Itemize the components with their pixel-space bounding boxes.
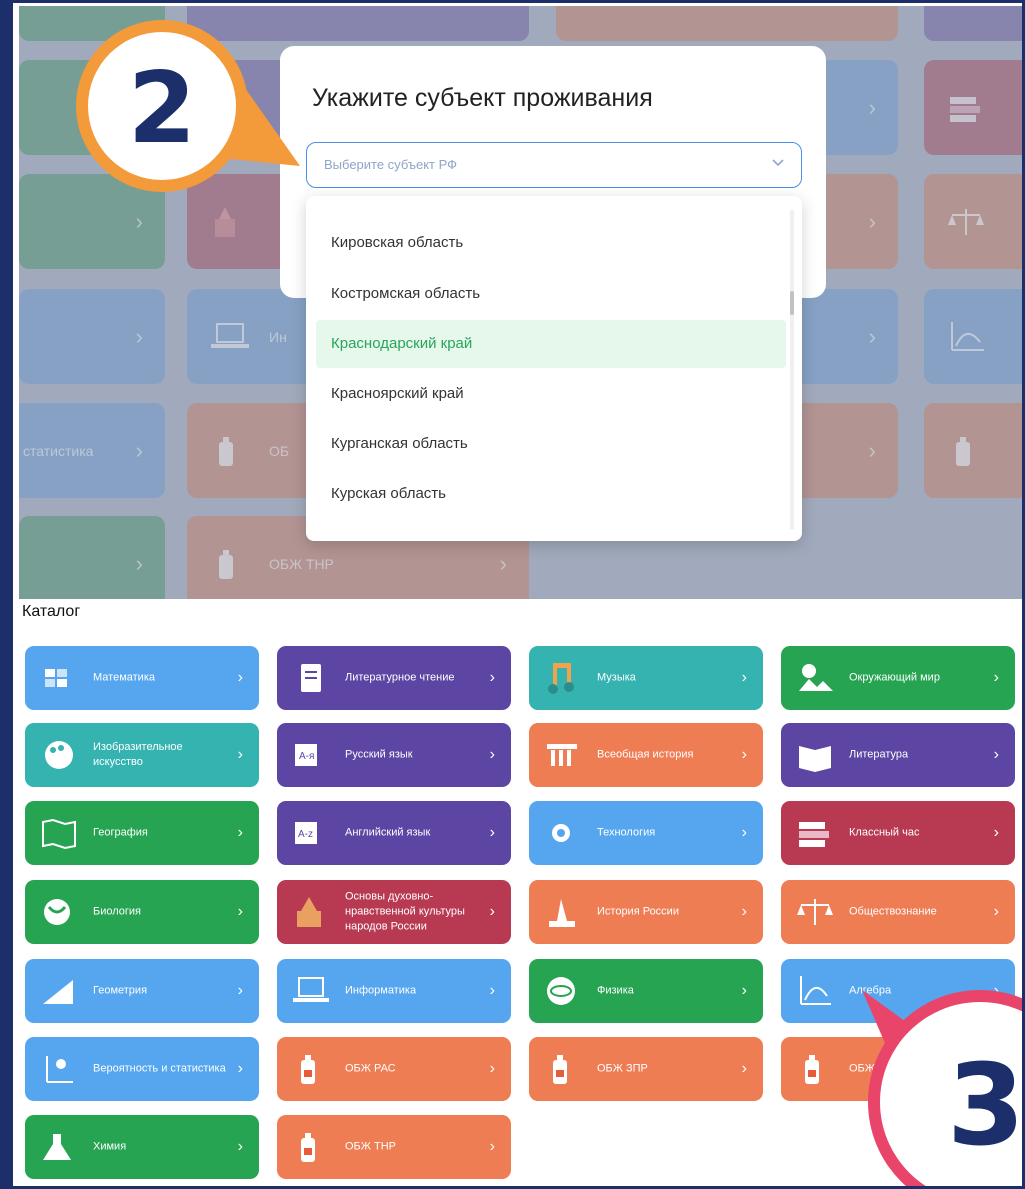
screenshot-frame [0,0,1025,1189]
